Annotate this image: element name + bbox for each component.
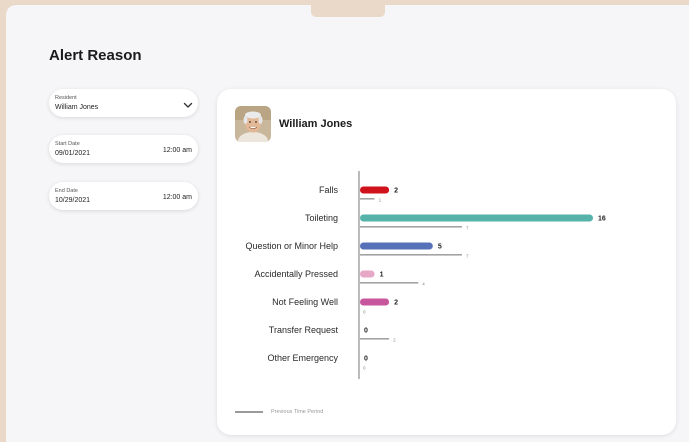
start-time-value: 12:00 am	[162, 147, 192, 154]
previous-bar	[360, 226, 462, 228]
current-value-label: 16	[598, 216, 606, 223]
alert-reason-bar-chart: Falls 2 1 Toileting 16 7 Question or Minor Hel…	[245, 171, 606, 379]
end-date-value: 10/29/2021	[55, 197, 91, 204]
legend-previous-label: Previous Time Period	[271, 409, 324, 415]
previous-value-label: 1	[379, 198, 382, 203]
previous-value-label: 4	[422, 282, 425, 287]
current-value-label: 0	[364, 356, 368, 363]
previous-bar	[360, 254, 462, 256]
category-label: Accidentally Pressed	[254, 269, 338, 279]
resident-value: William Jones	[55, 104, 99, 111]
top-tab-notch	[311, 0, 385, 17]
category-label: Other Emergency	[267, 353, 338, 363]
start-date-value: 09/01/2021	[55, 150, 91, 157]
current-bar	[360, 242, 433, 250]
previous-value-label: 2	[393, 338, 396, 343]
previous-value-label: 0	[363, 310, 366, 315]
start-date-field[interactable]: Start Date 09/01/2021 12:00 am	[49, 135, 198, 163]
previous-bar	[360, 198, 375, 200]
end-time-value: 12:00 am	[162, 194, 192, 201]
chevron-down-icon[interactable]	[183, 97, 193, 115]
category-label: Falls	[319, 185, 339, 195]
alert-reason-chart-card: William Jones Falls 2 1 Toileting 16 7 Questio…	[217, 89, 676, 435]
current-bar	[360, 186, 390, 194]
current-value-label: 0	[364, 328, 368, 335]
end-date-field[interactable]: End Date 10/29/2021 12:00 am	[49, 182, 198, 210]
start-date-label: Start Date	[55, 141, 80, 147]
previous-value-label: 7	[466, 226, 469, 231]
legend-previous-swatch	[235, 411, 263, 413]
current-value-label: 2	[394, 188, 398, 195]
category-label: Toileting	[305, 213, 338, 223]
category-label: Question or Minor Help	[245, 241, 338, 251]
current-value-label: 2	[394, 300, 398, 307]
current-value-label: 5	[438, 244, 442, 251]
current-bar	[360, 214, 593, 222]
app-frame: Alert Reason Resident William Jones Star…	[6, 5, 689, 442]
resident-select[interactable]: Resident William Jones	[49, 89, 198, 117]
resident-label: Resident	[55, 95, 77, 101]
previous-value-label: 7	[466, 254, 469, 259]
page-title: Alert Reason	[49, 47, 142, 64]
category-label: Transfer Request	[269, 325, 339, 335]
previous-bar	[360, 282, 419, 284]
current-bar	[360, 270, 375, 278]
current-bar	[360, 298, 390, 306]
category-label: Not Feeling Well	[272, 297, 338, 307]
current-value-label: 1	[380, 272, 384, 279]
previous-bar	[360, 338, 390, 340]
previous-value-label: 0	[363, 366, 366, 371]
end-date-label: End Date	[55, 188, 78, 194]
